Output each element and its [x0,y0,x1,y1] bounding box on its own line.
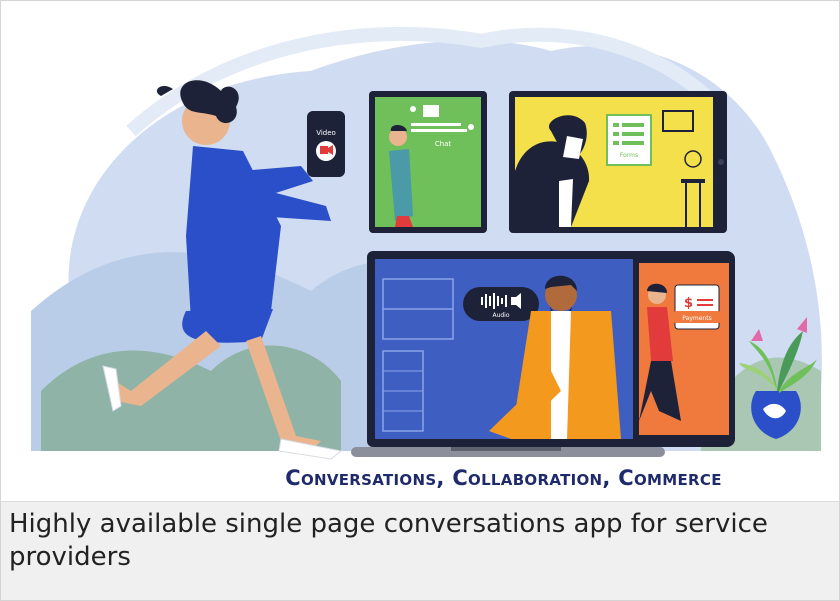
card-description: Highly available single page conversatio… [1,501,839,600]
forms-monitor: Forms [509,91,727,233]
payments-label: Payments [682,315,711,322]
hero-artwork: Video Chat Forms Audio $ Payments [31,26,822,460]
audio-laptop: Audio [351,251,665,457]
video-phone: Video [307,111,345,177]
payments-symbol: $ [684,296,693,311]
video-label: Video [316,129,336,137]
hero-tagline: Conversations, Collaboration, Commerce [285,466,722,490]
chat-tablet: Chat [369,91,487,233]
hero-illustration: Video Chat Forms Audio $ Payments Conver… [11,11,831,501]
payments-phone: $ Payments [633,251,735,447]
forms-label: Forms [620,152,638,159]
image-card[interactable]: Video Chat Forms Audio $ Payments Conver… [0,0,840,601]
audio-label: Audio [492,312,509,319]
chat-label: Chat [435,140,452,148]
